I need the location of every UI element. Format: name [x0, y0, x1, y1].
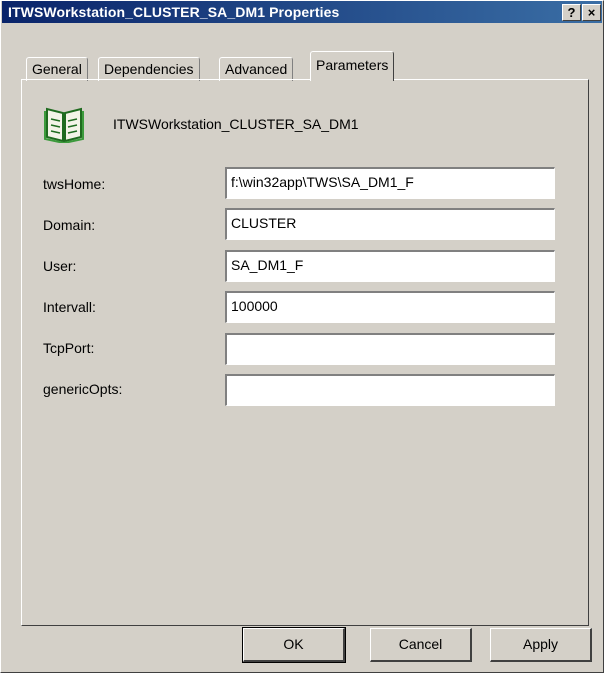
tab-advanced[interactable]: Advanced	[219, 57, 294, 81]
twshome-label: twsHome:	[43, 176, 106, 192]
domain-field[interactable]: CLUSTER	[225, 208, 555, 240]
genericopts-field[interactable]	[225, 374, 555, 406]
genericopts-label: genericOpts:	[43, 381, 123, 397]
user-label: User:	[43, 258, 77, 274]
help-button[interactable]: ?	[562, 4, 581, 21]
domain-label: Domain:	[43, 217, 96, 233]
tab-general[interactable]: General	[26, 57, 88, 81]
tcpport-label: TcpPort:	[43, 340, 95, 356]
user-field[interactable]: SA_DM1_F	[225, 250, 555, 282]
cancel-button[interactable]: Cancel	[370, 628, 472, 662]
properties-dialog: ITWSWorkstation_CLUSTER_SA_DM1 Propertie…	[0, 0, 604, 673]
intervall-field[interactable]: 100000	[225, 291, 555, 323]
close-button[interactable]: ×	[582, 4, 601, 21]
twshome-field[interactable]: f:\win32app\TWS\SA_DM1_F	[225, 167, 555, 199]
window-title: ITWSWorkstation_CLUSTER_SA_DM1 Propertie…	[8, 4, 340, 20]
resource-name: ITWSWorkstation_CLUSTER_SA_DM1	[113, 116, 359, 132]
tab-dependencies[interactable]: Dependencies	[98, 57, 200, 81]
ok-button[interactable]: OK	[242, 627, 346, 663]
intervall-label: Intervall:	[43, 299, 96, 315]
title-bar[interactable]: ITWSWorkstation_CLUSTER_SA_DM1 Propertie…	[2, 1, 602, 23]
book-icon	[44, 107, 84, 143]
tab-parameters[interactable]: Parameters	[310, 51, 395, 81]
apply-button[interactable]: Apply	[490, 628, 592, 662]
tcpport-field[interactable]	[225, 333, 555, 365]
